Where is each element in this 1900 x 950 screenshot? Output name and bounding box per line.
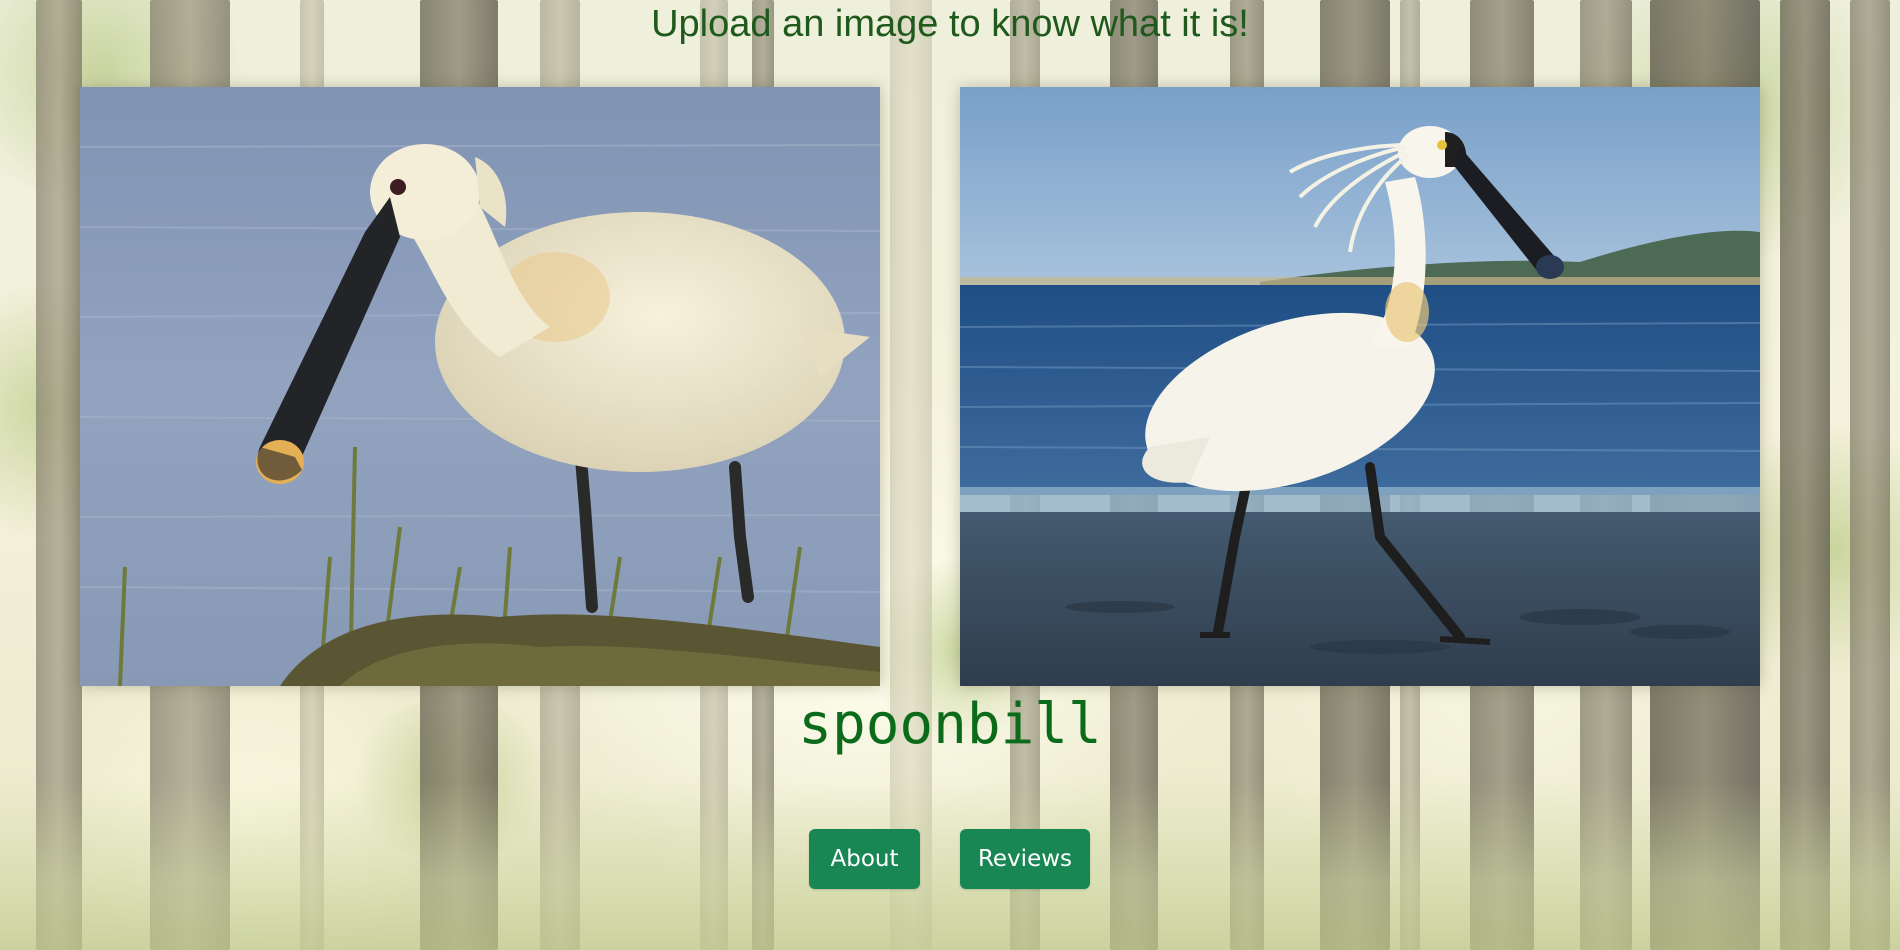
uploaded-image-left [80,87,880,686]
page-heading: Upload an image to know what it is! [651,3,1249,45]
spoonbill-photo-right [960,87,1760,686]
reviews-button[interactable]: Reviews [960,829,1090,889]
prediction-result: spoonbill [798,692,1102,757]
uploaded-image-right [960,87,1760,686]
spoonbill-photo-left [80,87,880,686]
about-button[interactable]: About [809,829,920,889]
